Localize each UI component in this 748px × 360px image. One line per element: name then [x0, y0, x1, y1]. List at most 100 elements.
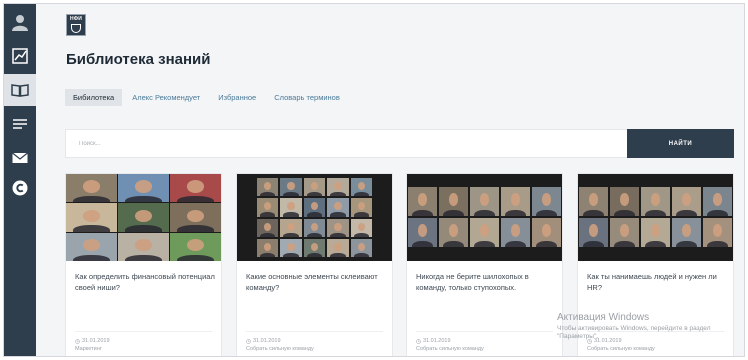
sidebar-item-chat[interactable] [4, 172, 36, 204]
video-card[interactable]: Как ты нанимаешь людей и нужен ли HR? 31… [577, 173, 734, 356]
participant-tile [610, 187, 639, 216]
card-title[interactable]: Как определить финансовый потенциал свое… [75, 271, 215, 293]
participant-tile [303, 178, 326, 197]
participant-tile [350, 238, 372, 257]
participant-tile [66, 232, 117, 261]
participant-tile [257, 218, 279, 237]
participant-tile [327, 178, 349, 197]
clock-icon [75, 338, 80, 344]
clock-icon [246, 338, 251, 344]
participant-tile [470, 218, 499, 247]
participant-tile [303, 218, 326, 237]
participant-tile [408, 187, 437, 216]
participant-tile [170, 174, 221, 203]
participant-tile [350, 198, 372, 217]
sidebar-item-messages[interactable] [4, 142, 36, 174]
participant-tile [439, 187, 468, 216]
card-date-row: 31.01.2019 [587, 338, 622, 344]
card-date: 31.01.2019 [253, 338, 281, 344]
participant-tile [280, 178, 302, 197]
participant-tile [327, 198, 349, 217]
logo[interactable]: НФИ [66, 14, 86, 36]
video-card[interactable]: Никогда не берите шилохопых в команду, т… [406, 173, 563, 356]
divider [75, 331, 212, 332]
participant-tile [610, 218, 639, 247]
clock-icon [416, 338, 421, 344]
participant-tile [280, 218, 302, 237]
tab-library[interactable]: Бибилотека [65, 89, 123, 106]
video-card[interactable]: Как определить финансовый потенциал свое… [65, 173, 222, 356]
participant-tile [280, 198, 302, 217]
participant-tile [408, 218, 437, 247]
card-title[interactable]: Как ты нанимаешь людей и нужен ли HR? [587, 271, 727, 293]
sidebar-item-library[interactable] [4, 74, 36, 106]
participant-tile [439, 218, 468, 247]
participant-tile [118, 174, 169, 203]
card-date: 31.01.2019 [594, 338, 622, 344]
participant-tile [641, 218, 670, 247]
card-date: 31.01.2019 [82, 338, 110, 344]
sidebar-item-profile[interactable] [4, 6, 36, 38]
participant-tile [303, 238, 326, 257]
video-thumbnail[interactable] [237, 174, 392, 261]
participant-tile [501, 187, 530, 216]
card-date-row: 31.01.2019 [416, 338, 451, 344]
participant-tile [672, 218, 701, 247]
card-date-row: 31.01.2019 [75, 338, 110, 344]
open-book-icon [11, 84, 29, 97]
card-date: 31.01.2019 [423, 338, 451, 344]
tab-glossary[interactable]: Словарь терминов [266, 89, 348, 106]
participant-tile [672, 187, 701, 216]
sidebar [4, 4, 36, 356]
main-content: НФИ Библиотека знаний Бибилотека Алекс Р… [36, 4, 744, 356]
participant-tile [532, 187, 561, 216]
shield-icon [71, 24, 81, 33]
participant-tile [118, 203, 169, 232]
participant-tile [170, 203, 221, 232]
search-bar: НАЙТИ [65, 129, 734, 158]
logo-text: НФИ [69, 16, 83, 22]
mail-icon [12, 152, 28, 163]
divider [246, 331, 383, 332]
video-card[interactable]: Какие основные элементы склеивают команд… [236, 173, 393, 356]
tab-favorites[interactable]: Избранное [210, 89, 264, 106]
list-icon [13, 119, 27, 129]
app-window: НФИ Библиотека знаний Бибилотека Алекс Р… [3, 3, 745, 357]
participant-tile [118, 232, 169, 261]
clock-icon [587, 338, 592, 344]
tab-alex-recommends[interactable]: Алекс Рекомендует [124, 89, 208, 106]
participant-tile [703, 218, 732, 247]
participant-tile [350, 178, 372, 197]
participant-tile [170, 232, 221, 261]
card-category[interactable]: Собрать сильную команду [587, 346, 655, 352]
participant-tile [66, 174, 117, 203]
card-title[interactable]: Никогда не берите шилохопых в команду, т… [416, 271, 556, 293]
search-input[interactable] [66, 130, 626, 157]
participant-tile [703, 187, 732, 216]
divider [416, 331, 553, 332]
chart-icon [12, 48, 28, 64]
sidebar-item-feed[interactable] [4, 108, 36, 140]
participant-tile [257, 198, 279, 217]
video-thumbnail[interactable] [578, 174, 733, 261]
participant-tile [303, 198, 326, 217]
card-category[interactable]: Маркетинг [75, 346, 102, 352]
sidebar-item-stats[interactable] [4, 40, 36, 72]
card-title[interactable]: Какие основные элементы склеивают команд… [246, 271, 386, 293]
participant-tile [501, 218, 530, 247]
participant-tile [257, 238, 279, 257]
participant-tile [257, 178, 279, 197]
participant-tile [66, 203, 117, 232]
participant-tile [327, 218, 349, 237]
search-button[interactable]: НАЙТИ [627, 129, 734, 158]
card-category[interactable]: Собрать сильную команду [416, 346, 484, 352]
user-avatar-icon [12, 15, 28, 31]
participant-tile [470, 187, 499, 216]
card-category[interactable]: Собрать сильную команду [246, 346, 314, 352]
divider [587, 331, 724, 332]
participant-tile [532, 218, 561, 247]
tab-bar: Бибилотека Алекс Рекомендует Избранное С… [65, 89, 350, 106]
video-thumbnail[interactable] [66, 174, 221, 261]
participant-tile [350, 218, 372, 237]
video-thumbnail[interactable] [407, 174, 562, 261]
